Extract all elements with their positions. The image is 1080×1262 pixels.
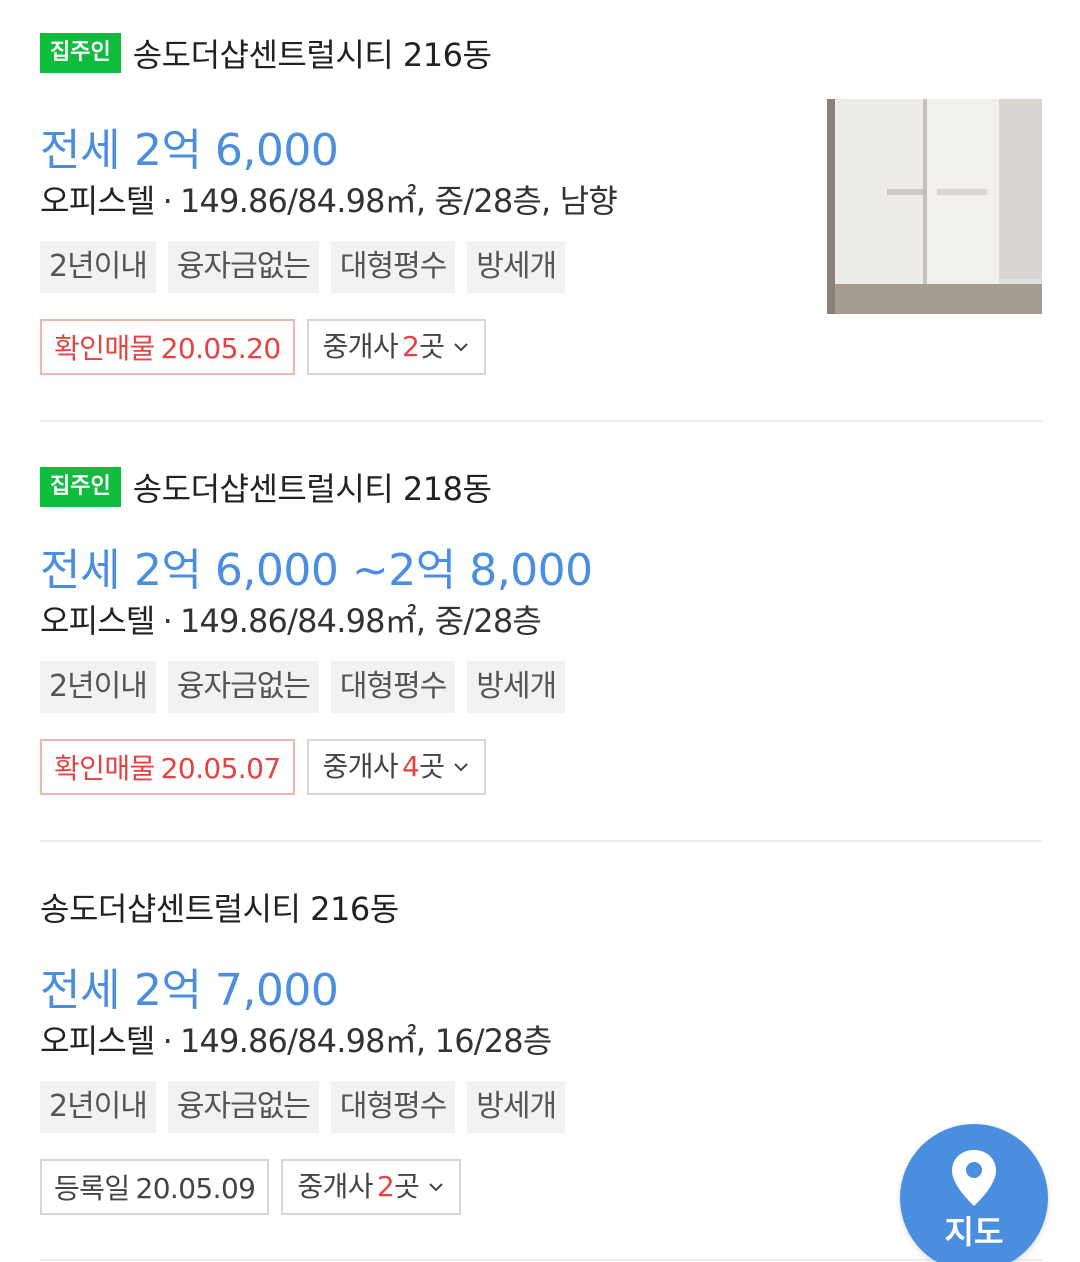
listing-photo[interactable] bbox=[827, 99, 1042, 314]
broker-count: 4 bbox=[402, 750, 420, 783]
chevron-down-icon bbox=[454, 343, 469, 352]
map-button[interactable]: 지도 bbox=[900, 1124, 1048, 1262]
broker-count: 2 bbox=[376, 1170, 395, 1203]
listing-specs: 오피스텔 · 149.86/84.98㎡, 16/28층 bbox=[40, 1016, 552, 1062]
listing-item[interactable]: 집주인 송도더샵센트럴시티 218동 전세 2억 6,000 ~2억 8,000 … bbox=[40, 422, 1042, 840]
listing-specs: 오피스텔 · 149.86/84.98㎡, 중/28층, 남향 bbox=[40, 176, 618, 222]
separator-dot: · bbox=[162, 182, 173, 220]
property-details: 149.86/84.98㎡, 중/28층, 남향 bbox=[179, 182, 618, 220]
broker-count-button[interactable]: 중개사 4 곳 bbox=[306, 739, 487, 795]
building-name: 송도더샵센트럴시티 216동 bbox=[40, 890, 399, 928]
listing-actions: 등록일 20.05.09 중개사 2 곳 bbox=[40, 1159, 462, 1215]
registered-date-badge: 등록일 20.05.09 bbox=[40, 1159, 270, 1215]
listing-divider bbox=[40, 1259, 1042, 1261]
confirm-date: 20.05.20 bbox=[160, 332, 281, 365]
listing-title-row: 집주인 송도더샵센트럴시티 216동 bbox=[40, 31, 492, 75]
listing-title-row: 송도더샵센트럴시티 216동 bbox=[40, 885, 399, 929]
deal-type: 전세 bbox=[40, 125, 120, 176]
feature-tag: 대형평수 bbox=[330, 1081, 456, 1133]
confirmed-listing-badge: 확인매물 20.05.20 bbox=[40, 319, 295, 375]
confirm-label: 확인매물 bbox=[54, 752, 155, 785]
feature-tag: 융자금없는 bbox=[167, 1081, 319, 1133]
listing-actions: 확인매물 20.05.07 중개사 4 곳 bbox=[40, 739, 487, 795]
building-name: 송도더샵센트럴시티 218동 bbox=[132, 470, 492, 508]
deal-type: 전세 bbox=[40, 545, 120, 596]
building-name: 송도더샵센트럴시티 216동 bbox=[132, 36, 492, 74]
feature-tags: 2년이내 융자금없는 대형평수 방세개 bbox=[40, 661, 566, 713]
register-label: 등록일 bbox=[54, 1172, 130, 1205]
confirm-label: 확인매물 bbox=[54, 332, 155, 365]
listing-page: 집주인 송도더샵센트럴시티 216동 전세 2억 6,000 오피스텔 · 149.8… bbox=[0, 0, 1080, 1262]
map-button-label: 지도 bbox=[944, 1213, 1004, 1251]
broker-unit: 곳 bbox=[419, 750, 445, 783]
deal-type: 전세 bbox=[40, 965, 120, 1016]
broker-prefix: 중개사 bbox=[322, 330, 399, 363]
property-details: 149.86/84.98㎡, 중/28층 bbox=[179, 602, 542, 640]
listing-price: 전세 2억 6,000 bbox=[40, 114, 339, 178]
feature-tag: 융자금없는 bbox=[167, 661, 319, 713]
confirmed-listing-badge: 확인매물 20.05.07 bbox=[40, 739, 295, 795]
feature-tag: 2년이내 bbox=[40, 661, 156, 713]
listing-specs: 오피스텔 · 149.86/84.98㎡, 중/28층 bbox=[40, 596, 542, 642]
broker-prefix: 중개사 bbox=[297, 1170, 373, 1203]
property-type: 오피스텔 bbox=[40, 1022, 155, 1060]
listing-item[interactable]: 송도더샵센트럴시티 216동 전세 2억 7,000 오피스텔 · 149.86/84… bbox=[40, 842, 1042, 1260]
feature-tag: 방세개 bbox=[467, 1081, 566, 1133]
feature-tag: 2년이내 bbox=[40, 241, 156, 293]
broker-prefix: 중개사 bbox=[322, 750, 399, 783]
broker-unit: 곳 bbox=[419, 330, 445, 363]
feature-tag: 대형평수 bbox=[330, 241, 456, 293]
price-value: 2억 6,000 bbox=[133, 125, 339, 176]
broker-unit: 곳 bbox=[394, 1170, 420, 1203]
room-photo-image bbox=[827, 99, 1042, 314]
owner-badge: 집주인 bbox=[40, 467, 121, 507]
chevron-down-icon bbox=[429, 1183, 443, 1192]
listing-actions: 확인매물 20.05.20 중개사 2 곳 bbox=[40, 319, 487, 375]
broker-count: 2 bbox=[402, 330, 420, 363]
feature-tags: 2년이내 융자금없는 대형평수 방세개 bbox=[40, 241, 566, 293]
feature-tag: 융자금없는 bbox=[167, 241, 319, 293]
map-pin-icon bbox=[952, 1150, 996, 1206]
separator-dot: · bbox=[162, 602, 173, 640]
property-type: 오피스텔 bbox=[40, 182, 155, 220]
chevron-down-icon bbox=[454, 763, 469, 772]
feature-tag: 방세개 bbox=[467, 661, 566, 713]
price-value: 2억 7,000 bbox=[133, 965, 339, 1016]
broker-count-button[interactable]: 중개사 2 곳 bbox=[306, 319, 487, 375]
listing-price: 전세 2억 7,000 bbox=[40, 954, 339, 1018]
feature-tags: 2년이내 융자금없는 대형평수 방세개 bbox=[40, 1081, 566, 1133]
feature-tag: 대형평수 bbox=[330, 661, 456, 713]
owner-badge: 집주인 bbox=[40, 33, 121, 73]
separator-dot: · bbox=[162, 1022, 173, 1060]
feature-tag: 2년이내 bbox=[40, 1081, 156, 1133]
confirm-date: 20.05.07 bbox=[160, 752, 281, 785]
property-details: 149.86/84.98㎡, 16/28층 bbox=[179, 1022, 552, 1060]
listing-title-row: 집주인 송도더샵센트럴시티 218동 bbox=[40, 465, 492, 509]
broker-count-button[interactable]: 중개사 2 곳 bbox=[281, 1159, 462, 1215]
property-type: 오피스텔 bbox=[40, 602, 155, 640]
feature-tag: 방세개 bbox=[467, 241, 566, 293]
register-date: 20.05.09 bbox=[135, 1172, 256, 1205]
price-value: 2억 6,000 ~2억 8,000 bbox=[133, 545, 593, 596]
listing-price: 전세 2억 6,000 ~2억 8,000 bbox=[40, 534, 593, 598]
